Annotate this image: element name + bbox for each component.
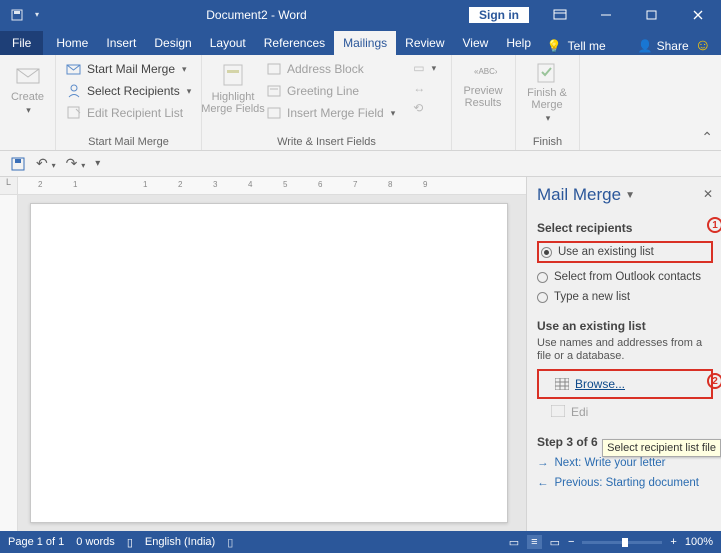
zoom-percent[interactable]: 100% <box>685 536 713 548</box>
preview-results-button: «ABC» Preview Results <box>458 59 508 111</box>
sign-in-button[interactable]: Sign in <box>469 7 529 23</box>
zoom-slider[interactable] <box>582 541 662 544</box>
radio-outlook-contacts[interactable]: Select from Outlook contacts <box>537 271 713 283</box>
feedback-smiley-icon[interactable]: ☺ <box>695 37 711 55</box>
tab-design[interactable]: Design <box>145 31 200 55</box>
share-icon: 👤 <box>638 39 653 53</box>
tab-help[interactable]: Help <box>497 31 540 55</box>
highlight-merge-fields-button: Highlight Merge Fields <box>208 59 258 117</box>
previous-step-link[interactable]: ← Previous: Starting document <box>537 477 713 489</box>
recipients-icon <box>66 83 82 99</box>
lightbulb-icon: 💡 <box>547 39 562 53</box>
ribbon-display-options-icon[interactable] <box>537 0 583 29</box>
use-existing-description: Use names and addresses from a file or a… <box>537 337 713 363</box>
radio-type-new-list[interactable]: Type a new list <box>537 291 713 303</box>
group-label-write: Write & Insert Fields <box>208 134 445 148</box>
status-bar: Page 1 of 1 0 words ▯ English (India) ▯ … <box>0 531 721 553</box>
spellcheck-icon[interactable]: ▯ <box>127 536 133 549</box>
rules-button: ▭▾ <box>409 59 440 77</box>
use-existing-heading: Use an existing list <box>537 319 713 333</box>
tab-review[interactable]: Review <box>396 31 453 55</box>
page-viewport[interactable] <box>18 195 526 531</box>
taskpane-menu-icon[interactable]: ▼ <box>625 190 635 201</box>
group-label-finish: Finish <box>522 134 573 148</box>
group-label-start: Start Mail Merge <box>62 134 195 148</box>
redo-icon[interactable]: ↷ ▾ <box>66 155 86 172</box>
tell-me-search[interactable]: Tell me <box>568 39 606 53</box>
taskpane-title: Mail Merge ▼ <box>537 185 713 205</box>
merge-field-icon <box>266 105 282 121</box>
mail-merge-taskpane: ✕ Mail Merge ▼ Select recipients 1 Use a… <box>526 177 721 531</box>
edit-list-icon <box>66 105 82 121</box>
edit-recipient-link: Edi <box>537 405 713 419</box>
horizontal-ruler[interactable]: 21 12 34 56 78 9 <box>18 177 526 195</box>
view-print-icon[interactable]: ≡ <box>527 535 541 549</box>
vertical-ruler[interactable] <box>0 195 18 531</box>
create-envelopes-button[interactable]: Create ▾ <box>6 59 49 118</box>
highlight-existing-list: Use an existing list <box>537 241 713 263</box>
browse-link[interactable]: Browse... <box>541 375 709 393</box>
select-recipients-button[interactable]: Select Recipients▾ <box>62 81 195 101</box>
qat-customize-icon[interactable]: ▾ <box>95 158 100 169</box>
tab-file[interactable]: File <box>0 31 43 55</box>
start-mail-merge-button[interactable]: Start Mail Merge▾ <box>62 59 195 79</box>
radio-icon <box>541 247 552 258</box>
arrow-left-icon: ← <box>537 477 549 489</box>
minimize-button[interactable] <box>583 0 629 29</box>
highlight-browse: Browse... <box>537 369 713 399</box>
close-button[interactable] <box>675 0 721 29</box>
edit-icon <box>551 405 565 417</box>
zoom-in-icon[interactable]: + <box>670 536 676 548</box>
update-labels-button: ⟲ <box>409 99 440 117</box>
annotation-1: 1 <box>707 217 721 233</box>
tab-insert[interactable]: Insert <box>97 31 145 55</box>
radio-icon <box>537 272 548 283</box>
tab-view[interactable]: View <box>454 31 498 55</box>
next-step-link[interactable]: → Next: Write your letter <box>537 457 713 469</box>
edit-recipient-list-button: Edit Recipient List <box>62 103 195 123</box>
share-button[interactable]: 👤Share <box>638 39 689 53</box>
ruler-corner: L <box>0 177 18 195</box>
match-fields-button: ↔ <box>409 79 440 97</box>
arrow-right-icon: → <box>537 457 549 469</box>
svg-text:«ABC»: «ABC» <box>474 67 497 76</box>
radio-icon <box>537 292 548 303</box>
address-icon <box>266 61 282 77</box>
tab-layout[interactable]: Layout <box>201 31 255 55</box>
document-title: Document2 - Word <box>44 8 469 22</box>
page-indicator[interactable]: Page 1 of 1 <box>8 536 64 548</box>
tab-references[interactable]: References <box>255 31 334 55</box>
qat-dropdown-icon[interactable]: ▾ <box>30 8 44 22</box>
collapse-ribbon-icon[interactable]: ⌃ <box>701 129 713 146</box>
language-indicator[interactable]: English (India) <box>145 536 215 548</box>
zoom-out-icon[interactable]: − <box>568 536 574 548</box>
ribbon: Create ▾ Start Mail Merge▾ Select Recipi… <box>0 55 721 151</box>
insert-merge-field-button: Insert Merge Field▾ <box>262 103 399 123</box>
greeting-line-button: Greeting Line <box>262 81 399 101</box>
ribbon-tabs: File Home Insert Design Layout Reference… <box>0 29 721 55</box>
radio-use-existing[interactable]: Use an existing list <box>541 246 709 258</box>
tooltip: Select recipient list file <box>602 439 721 457</box>
accessibility-icon[interactable]: ▯ <box>227 536 233 549</box>
autosave-icon[interactable] <box>10 8 24 22</box>
save-icon[interactable] <box>10 156 26 172</box>
title-bar: ▾ Document2 - Word Sign in <box>0 0 721 29</box>
finish-merge-button: Finish & Merge ▾ <box>522 59 572 126</box>
maximize-button[interactable] <box>629 0 675 29</box>
view-web-icon[interactable]: ▭ <box>550 536 560 549</box>
document-area: L 21 12 34 56 78 9 ✕ Mail Merge ▼ Select… <box>0 177 721 531</box>
document-page[interactable] <box>30 203 508 523</box>
tab-mailings[interactable]: Mailings <box>334 31 396 55</box>
word-count[interactable]: 0 words <box>76 536 115 548</box>
table-icon <box>555 378 569 390</box>
tab-home[interactable]: Home <box>47 31 97 55</box>
undo-icon[interactable]: ↶ ▾ <box>36 155 56 172</box>
taskpane-close-icon[interactable]: ✕ <box>703 187 713 201</box>
quick-access-toolbar: ↶ ▾ ↷ ▾ ▾ <box>0 151 721 177</box>
select-recipients-heading: Select recipients <box>537 221 713 235</box>
view-read-icon[interactable]: ▭ <box>509 536 519 549</box>
mail-merge-icon <box>66 61 82 77</box>
greeting-icon <box>266 83 282 99</box>
address-block-button: Address Block <box>262 59 399 79</box>
